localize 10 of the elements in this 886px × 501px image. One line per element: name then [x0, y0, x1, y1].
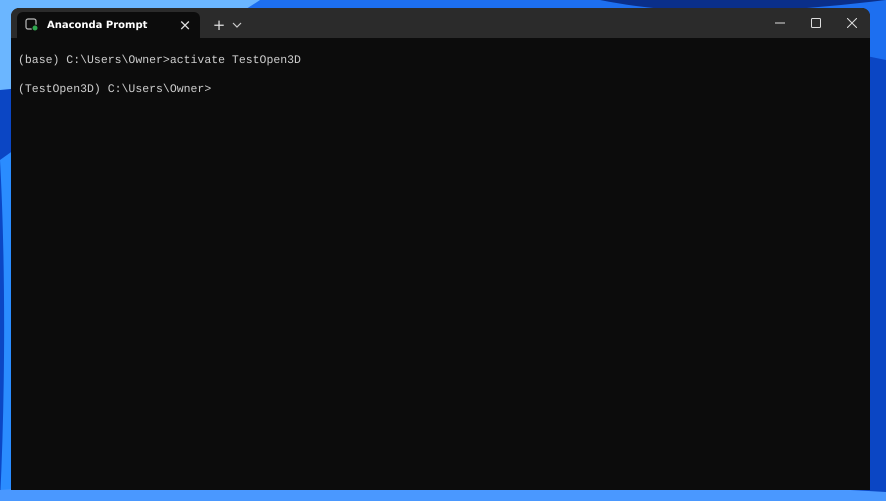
maximize-icon	[811, 18, 821, 28]
tab[interactable]: Anaconda Prompt ×	[17, 12, 200, 38]
new-tab-button[interactable]: +	[212, 12, 226, 38]
dropdown-icon[interactable]	[232, 22, 242, 28]
tab-title: Anaconda Prompt	[47, 20, 148, 30]
terminal-line: (TestOpen3D) C:\Users\Owner>	[18, 83, 212, 98]
close-tab-button[interactable]: ×	[178, 18, 192, 32]
terminal-line: (base) C:\Users\Owner>activate TestOpen3D	[18, 54, 301, 68]
close-icon	[847, 18, 857, 28]
terminal-app-icon	[25, 18, 39, 32]
